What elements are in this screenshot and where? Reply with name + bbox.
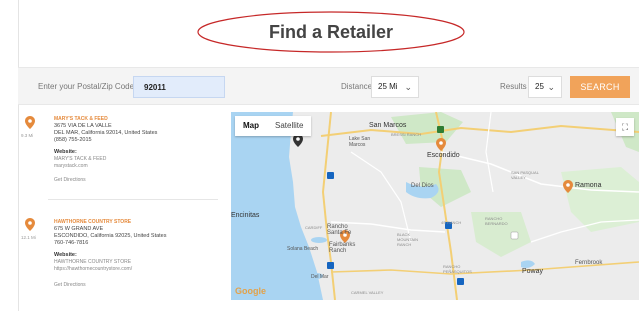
website-link[interactable]: marystack.com: [54, 163, 88, 169]
map-label: RANCHO PEÑASQUITOS: [443, 264, 472, 274]
map-label: CARDIFF: [305, 225, 323, 230]
map-label: BRESSI RANCH: [391, 132, 422, 137]
website-label: Website:: [54, 252, 77, 258]
divider: [48, 199, 218, 200]
map-label: CARMEL VALLEY: [351, 290, 384, 295]
retailer-address1: 675 W GRAND AVE: [54, 226, 104, 232]
search-bar: Enter your Postal/Zip Code: Distance 25 …: [18, 67, 639, 105]
map-canvas[interactable]: [231, 112, 639, 300]
map-label: RANCHO BERNARDO: [485, 216, 508, 226]
chevron-down-icon: ⌄: [547, 82, 555, 92]
website-label: Website:: [54, 149, 77, 155]
page-title: Find a Retailer: [268, 22, 394, 42]
get-directions-link[interactable]: Get Directions: [54, 282, 86, 288]
map-label: Fernbrook: [575, 260, 603, 266]
distance-select[interactable]: 25 Mi ⌄: [371, 76, 419, 98]
website-name: MARY'S TACK & FEED: [54, 156, 107, 162]
results-select[interactable]: 25 ⌄: [528, 76, 562, 98]
map-label: Del Dios: [411, 183, 434, 189]
retailer-phone: 760-746-7816: [54, 240, 89, 246]
map-label: Fairbanks Ranch: [329, 242, 356, 254]
map-label: 4S RANCH: [441, 220, 462, 225]
map-label: San Marcos: [369, 122, 407, 129]
get-directions-link[interactable]: Get Directions: [54, 177, 86, 183]
map-label: BLACK MOUNTAIN RANCH: [397, 232, 419, 247]
map-pin-icon: [25, 116, 35, 129]
map-pin-icon: [25, 218, 35, 231]
map-view[interactable]: Map Satellite ⛶ San Marcos Lake San Marc…: [231, 112, 639, 300]
map-label: Escondido: [427, 152, 460, 159]
zip-input[interactable]: [133, 76, 225, 98]
page-title-wrap: Find a Retailer: [196, 10, 466, 54]
retailer-name[interactable]: MARY'S TACK & FEED: [54, 116, 108, 122]
retailer-name[interactable]: HAWTHORNE COUNTRY STORE: [54, 219, 131, 225]
map-label: Rancho Santa Fe: [327, 224, 352, 236]
distance-label: Distance: [341, 82, 373, 91]
results-label: Results: [500, 82, 527, 91]
map-label: Del Mar: [311, 274, 329, 280]
tab-satellite[interactable]: Satellite: [267, 116, 311, 136]
map-label: Lake San Marcos: [349, 136, 371, 148]
map-type-tabs: Map Satellite: [235, 116, 312, 136]
tab-map[interactable]: Map: [235, 116, 267, 136]
distance-value: 25 Mi: [378, 82, 398, 91]
map-label: SAN PASQUAL VALLEY: [511, 170, 539, 180]
retailer-list: 9.3 Mi MARY'S TACK & FEED 3675 VIA DE LA…: [18, 112, 218, 302]
distance-text: 9.3 Mi: [21, 133, 34, 138]
map-label: Poway: [522, 268, 544, 275]
chevron-down-icon: ⌄: [404, 82, 412, 92]
map-label: Encinitas: [231, 212, 260, 219]
retailer-phone: (858) 755-2015: [54, 137, 92, 143]
retailer-address2: DEL MAR, California 92014, United States: [54, 130, 158, 136]
search-button[interactable]: SEARCH: [570, 76, 630, 98]
zip-label: Enter your Postal/Zip Code:: [38, 82, 137, 91]
results-value: 25: [535, 82, 544, 91]
website-link[interactable]: https://hawthornecountrystore.com/: [54, 266, 132, 272]
website-name: HAWTHORNE COUNTRY STORE: [54, 259, 132, 265]
distance-text: 12.1 Mi: [21, 235, 36, 240]
retailer-address1: 3675 VIA DE LA VALLE: [54, 123, 112, 129]
fullscreen-icon[interactable]: ⛶: [616, 118, 634, 136]
google-logo: Google: [235, 286, 266, 296]
retailer-address2: ESCONDIDO, California 92025, United Stat…: [54, 233, 167, 239]
map-label: Solana Beach: [287, 246, 319, 252]
map-label: Ramona: [575, 182, 602, 189]
